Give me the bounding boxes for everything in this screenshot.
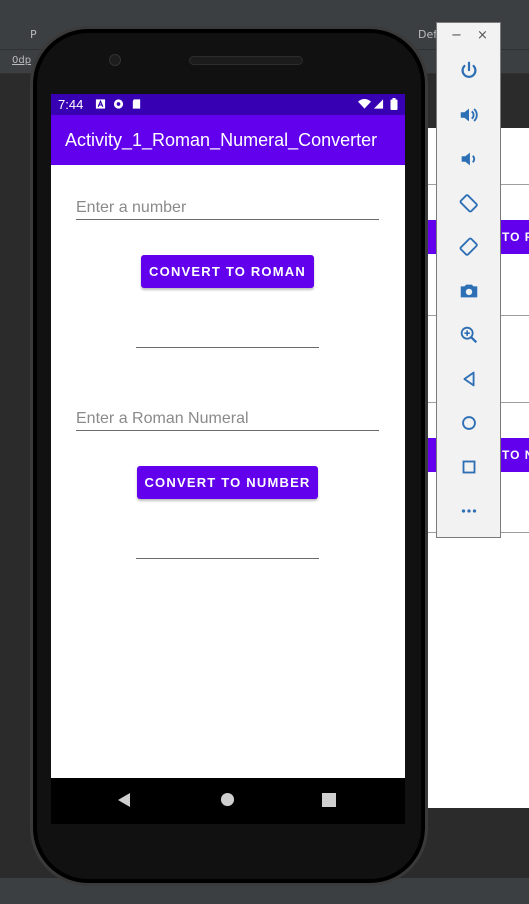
wifi-icon [358,99,371,109]
close-button[interactable]: × [477,29,488,42]
convert-to-number-button[interactable]: CONVERT TO NUMBER [137,466,318,499]
notification-sd-icon [132,99,141,109]
app-title: Activity_1_Roman_Numeral_Converter [65,130,378,150]
volume-down-icon[interactable] [456,146,482,172]
app-bar: Activity_1_Roman_Numeral_Converter [51,115,405,165]
number-field[interactable] [76,190,379,220]
back-icon[interactable] [456,366,482,392]
notification-a-icon [95,99,106,109]
device-screen: 7:44 Activity_1_Roman_Numeral_Converter … [51,94,405,778]
emulator-tool-panel: − × [436,22,501,538]
theme-selector[interactable]: Def [418,28,437,41]
roman-input[interactable] [76,401,379,430]
earpiece-speaker [189,56,303,65]
signal-icon [373,99,384,109]
device-selector[interactable]: P [30,28,37,41]
dimension-value[interactable]: 0dp [12,55,31,66]
overview-icon[interactable] [456,454,482,480]
notification-sync-icon [113,99,124,109]
home-icon[interactable] [456,410,482,436]
navigation-bar [51,778,405,824]
status-time: 7:44 [58,97,84,112]
rotate-left-icon[interactable] [456,190,482,216]
rotate-right-icon[interactable] [456,234,482,260]
power-icon[interactable] [456,58,482,84]
roman-field[interactable] [76,401,379,431]
zoom-icon[interactable] [456,322,482,348]
number-result-line [136,558,319,559]
convert-to-roman-button[interactable]: CONVERT TO ROMAN [141,255,314,288]
minimize-button[interactable]: − [451,29,462,42]
status-bar: 7:44 [51,94,405,115]
front-camera [109,54,121,66]
volume-up-icon[interactable] [456,102,482,128]
nav-home-icon[interactable] [220,792,235,807]
nav-overview-icon[interactable] [322,793,336,807]
camera-icon[interactable] [456,278,482,304]
more-icon[interactable] [456,498,482,524]
nav-back-icon[interactable] [117,792,131,808]
battery-icon [390,98,398,110]
number-input[interactable] [76,190,379,219]
roman-result-line [136,347,319,348]
